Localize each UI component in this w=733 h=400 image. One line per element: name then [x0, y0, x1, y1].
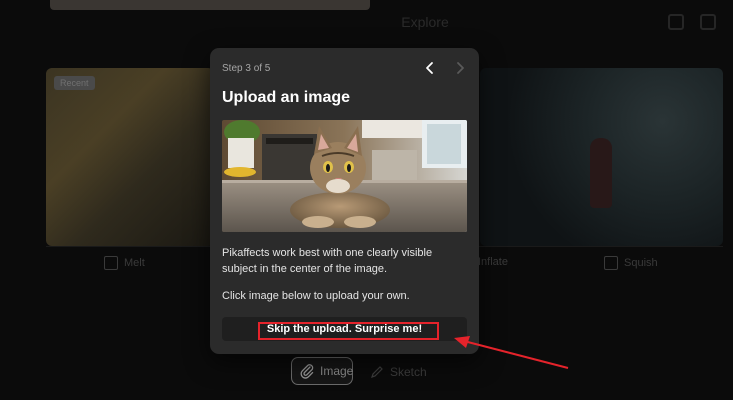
effect-icon: [604, 256, 618, 270]
image-upload-button[interactable]: Image: [291, 357, 353, 385]
share-icon: [668, 14, 684, 30]
pen-icon: [371, 366, 383, 378]
popup-description: Pikaffects work best with one clearly vi…: [222, 247, 433, 275]
person-silhouette: [590, 138, 612, 208]
background-effect-left: Melt: [104, 256, 145, 280]
effect-label: Melt: [124, 256, 145, 269]
step-indicator: Step 3 of 5: [222, 63, 271, 74]
background-effect-mid: Inflate: [478, 256, 508, 280]
background-page-title: Explore: [401, 14, 449, 30]
effect-label: Inflate: [478, 256, 508, 268]
annotation-highlight-box: [258, 322, 439, 340]
effect-label: Squish: [624, 256, 658, 269]
settings-icon: [700, 14, 716, 30]
background-search-bar: [50, 0, 370, 10]
sketch-button[interactable]: Sketch: [370, 361, 427, 383]
background-effect-right: Squish: [604, 256, 658, 280]
onboarding-popup: Step 3 of 5 Upload an image Pikaffects w…: [210, 48, 479, 354]
background-video-card-left: Recent: [46, 68, 214, 246]
upload-hint: Click image below to upload your own.: [222, 290, 410, 302]
background-video-card-right: [480, 68, 723, 246]
paperclip-icon: [300, 364, 314, 379]
effect-icon: [104, 256, 118, 270]
sketch-button-label: Sketch: [390, 365, 427, 379]
chevron-right-icon[interactable]: [452, 60, 468, 76]
annotation-arrow-icon: [454, 336, 569, 369]
image-button-label: Image: [320, 364, 354, 378]
popup-title: Upload an image: [222, 89, 351, 106]
recent-badge: Recent: [54, 76, 95, 90]
chevron-left-icon[interactable]: [422, 60, 438, 76]
sample-cat-image[interactable]: [222, 120, 467, 232]
